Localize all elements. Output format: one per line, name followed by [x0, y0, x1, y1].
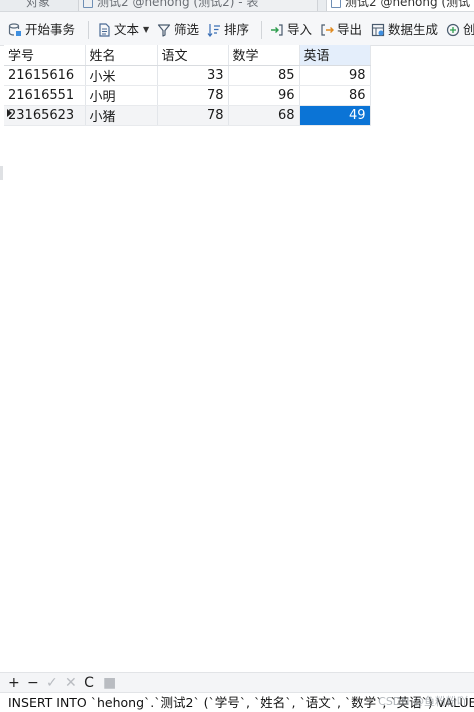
create-icon: [446, 23, 460, 37]
table-icon: [83, 0, 93, 8]
text-button[interactable]: 文本 ▼: [97, 20, 149, 40]
create-label: 创: [463, 22, 474, 37]
filter-icon: [157, 24, 171, 37]
dropdown-caret-icon: ▼: [143, 25, 150, 34]
cell-english[interactable]: 98: [299, 65, 371, 86]
cell-name[interactable]: 小明: [85, 85, 158, 106]
column-header-math[interactable]: 数学: [228, 45, 300, 66]
document-icon: [99, 23, 110, 37]
cell-name[interactable]: 小猪: [85, 105, 158, 126]
toolbar-separator: [88, 21, 89, 39]
sort-icon: [207, 24, 220, 37]
cell-chinese[interactable]: 78: [157, 105, 229, 126]
tab-table-data-1[interactable]: 测试2 @hehong (测试2) - 表: [78, 0, 318, 11]
generate-data-icon: [371, 23, 385, 37]
cell-student-id[interactable]: 21616551: [4, 85, 86, 106]
sort-label: 排序: [224, 22, 250, 37]
tab-objects[interactable]: 对象: [26, 0, 51, 11]
table-row[interactable]: 21616551 小明 78 96 86: [4, 85, 371, 106]
export-label: 导出: [337, 22, 363, 37]
begin-transaction-label: 开始事务: [25, 22, 76, 37]
column-header-name[interactable]: 姓名: [85, 45, 158, 66]
generate-data-button[interactable]: 数据生成: [371, 20, 438, 40]
cell-name[interactable]: 小米: [85, 65, 158, 86]
cell-student-id[interactable]: 21615616: [4, 65, 86, 86]
begin-transaction-button[interactable]: 开始事务: [8, 20, 75, 40]
tab-table-data-2-label: 测试2 @hehong (测试: [345, 0, 471, 9]
sort-button[interactable]: 排序: [207, 20, 249, 40]
left-edge-handle: [0, 166, 3, 180]
export-icon: [321, 24, 334, 36]
column-header-chinese[interactable]: 语文: [157, 45, 229, 66]
tab-objects-label: 对象: [26, 0, 51, 9]
tab-table-data-1-label: 测试2 @hehong (测试2) - 表: [97, 0, 259, 9]
cell-math[interactable]: 85: [228, 65, 300, 86]
import-icon: [271, 24, 283, 36]
table-row[interactable]: 21615616 小米 33 85 98: [4, 65, 371, 86]
cell-english[interactable]: 86: [299, 85, 371, 106]
import-label: 导入: [287, 22, 313, 37]
cell-chinese[interactable]: 78: [157, 85, 229, 106]
refresh-button[interactable]: C: [84, 676, 94, 690]
tab-table-data-2[interactable]: 测试2 @hehong (测试: [326, 0, 474, 11]
generate-data-label: 数据生成: [388, 22, 439, 37]
export-button[interactable]: 导出: [320, 20, 362, 40]
table-icon: [331, 0, 341, 8]
text-label: 文本: [114, 22, 140, 37]
toolbar: 开始事务 文本 ▼ 筛选 排序 导入 导出 数据生成 创: [0, 12, 474, 46]
current-row-indicator-icon: [7, 109, 12, 117]
data-grid: 学号 姓名 语文 数学 英语 21615616 小米 33 85 98 2161…: [4, 45, 371, 126]
filter-label: 筛选: [174, 22, 200, 37]
watermark: CSDN @鱼粉粉吖: [378, 695, 468, 708]
import-button[interactable]: 导入: [270, 20, 312, 40]
toolbar-separator: [261, 21, 262, 39]
cell-math[interactable]: 96: [228, 85, 300, 106]
cell-math[interactable]: 68: [228, 105, 300, 126]
cell-chinese[interactable]: 33: [157, 65, 229, 86]
cell-english-selected[interactable]: 49: [299, 105, 371, 126]
cell-student-id[interactable]: 23165623: [4, 105, 86, 126]
create-button[interactable]: 创: [446, 20, 474, 40]
table-row-current[interactable]: 23165623 小猪 78 68 49: [4, 105, 371, 126]
tab-bar: 对象 测试2 @hehong (测试2) - 表 测试2 @hehong (测试: [0, 0, 474, 12]
record-controls-bar: + − ✓ ✕ C ■: [0, 672, 474, 692]
delete-record-button[interactable]: −: [27, 676, 39, 690]
add-record-button[interactable]: +: [8, 676, 20, 690]
filter-button[interactable]: 筛选: [157, 20, 199, 40]
column-header-student-id[interactable]: 学号: [4, 45, 86, 66]
stop-button[interactable]: ■: [103, 676, 116, 690]
transaction-icon: [8, 23, 21, 36]
discard-changes-button[interactable]: ✕: [65, 676, 77, 690]
apply-changes-button[interactable]: ✓: [46, 676, 58, 690]
column-header-english[interactable]: 英语: [299, 45, 371, 66]
header-row: 学号 姓名 语文 数学 英语: [4, 45, 371, 66]
